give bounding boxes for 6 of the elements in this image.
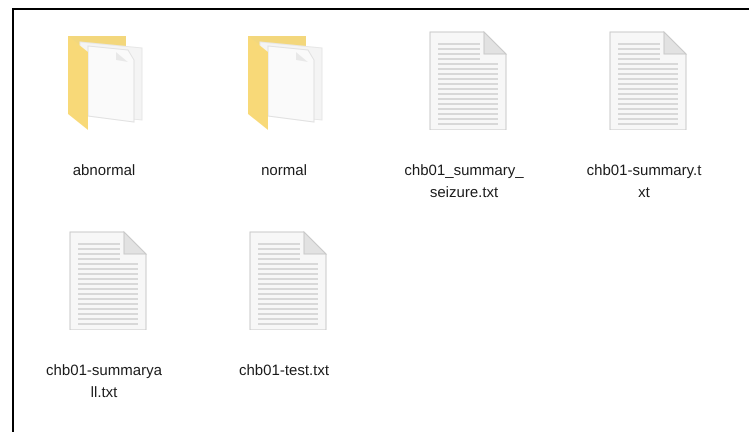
file-name[interactable]: normal <box>261 160 307 182</box>
file-name[interactable]: abnormal <box>72 160 136 182</box>
file-name[interactable]: chb01-test.txt <box>238 360 330 382</box>
file-name[interactable]: chb01_summary_ seizure.txt <box>404 160 524 204</box>
file-name[interactable]: chb01-summarya ll.txt <box>46 360 162 404</box>
file-name[interactable]: chb01-summary.t xt <box>586 160 702 204</box>
